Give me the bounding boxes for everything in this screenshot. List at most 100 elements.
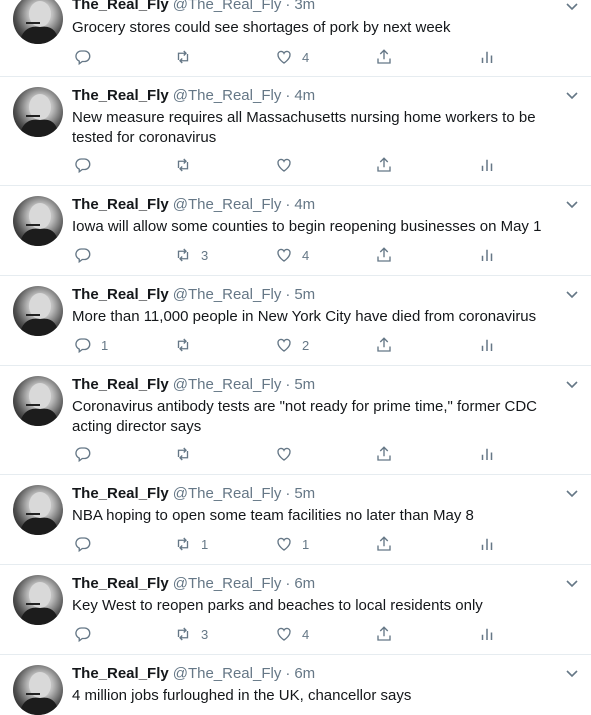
retweet-button[interactable] — [174, 444, 201, 464]
chevron-down-icon[interactable] — [564, 485, 580, 501]
user-handle[interactable]: @The_Real_Fly — [173, 575, 282, 592]
chevron-down-icon[interactable] — [564, 196, 580, 212]
chevron-down-icon[interactable] — [564, 376, 580, 392]
like-count: 4 — [302, 49, 310, 65]
analytics-button[interactable] — [478, 335, 496, 355]
user-handle[interactable]: @The_Real_Fly — [173, 376, 282, 393]
retweet-button[interactable] — [174, 47, 201, 67]
timestamp[interactable]: 5m — [294, 485, 315, 502]
chevron-down-icon[interactable] — [564, 87, 580, 103]
user-handle[interactable]: @The_Real_Fly — [173, 87, 282, 104]
share-button[interactable] — [375, 245, 393, 265]
avatar[interactable] — [13, 485, 63, 535]
analytics-button[interactable] — [478, 624, 496, 644]
retweet-button[interactable] — [174, 155, 201, 175]
timestamp[interactable]: 5m — [294, 376, 315, 393]
heart-icon — [277, 537, 291, 551]
user-handle[interactable]: @The_Real_Fly — [173, 665, 282, 682]
timestamp[interactable]: 3m — [294, 0, 315, 13]
analytics-button[interactable] — [478, 444, 496, 464]
analytics-button[interactable] — [478, 534, 496, 554]
avatar[interactable] — [13, 376, 63, 426]
retweet-button[interactable] — [174, 335, 201, 355]
avatar[interactable] — [13, 286, 63, 336]
user-handle[interactable]: @The_Real_Fly — [173, 196, 282, 213]
reply-button[interactable] — [74, 155, 101, 175]
tweet[interactable]: The_Real_Fly @The_Real_Fly · 6m Key West to… — [0, 565, 591, 655]
retweet-button[interactable]: 3 — [174, 245, 208, 265]
separator-dot: · — [285, 87, 291, 104]
display-name[interactable]: The_Real_Fly — [72, 485, 169, 502]
tweet[interactable]: The_Real_Fly @The_Real_Fly · 4m New measure… — [0, 77, 591, 186]
retweet-button[interactable]: 3 — [174, 624, 208, 644]
chevron-down-icon[interactable] — [564, 575, 580, 591]
tweet[interactable]: The_Real_Fly @The_Real_Fly · 5m More than 1… — [0, 276, 591, 366]
tweet-actions: 1 2 — [72, 335, 582, 355]
reply-button[interactable] — [74, 624, 101, 644]
user-handle[interactable]: @The_Real_Fly — [173, 286, 282, 303]
tweet[interactable]: The_Real_Fly @The_Real_Fly · 3m Grocery sto… — [0, 0, 591, 77]
timestamp[interactable]: 4m — [294, 87, 315, 104]
timestamp[interactable]: 6m — [294, 665, 315, 682]
user-handle[interactable]: @The_Real_Fly — [173, 0, 282, 13]
analytics-icon — [481, 339, 493, 351]
reply-button[interactable] — [74, 444, 101, 464]
share-button[interactable] — [375, 155, 393, 175]
tweet[interactable]: The_Real_Fly @The_Real_Fly · 4m Iowa will a… — [0, 186, 591, 276]
like-button[interactable]: 4 — [275, 624, 309, 644]
analytics-button[interactable] — [478, 47, 496, 67]
display-name[interactable]: The_Real_Fly — [72, 0, 169, 13]
share-button[interactable] — [375, 534, 393, 554]
chevron-down-icon[interactable] — [564, 0, 580, 14]
timestamp[interactable]: 4m — [294, 196, 315, 213]
like-count: 4 — [302, 626, 310, 642]
reply-button[interactable] — [74, 245, 101, 265]
chevron-down-icon[interactable] — [564, 665, 580, 681]
avatar[interactable] — [13, 575, 63, 625]
retweet-icon — [177, 627, 189, 641]
display-name[interactable]: The_Real_Fly — [72, 286, 169, 303]
tweet[interactable]: The_Real_Fly @The_Real_Fly · 6m 4 million j… — [0, 655, 591, 715]
like-button[interactable]: 4 — [275, 245, 309, 265]
tweet-header: The_Real_Fly @The_Real_Fly · 5m — [72, 286, 315, 306]
share-button[interactable] — [375, 624, 393, 644]
display-name[interactable]: The_Real_Fly — [72, 665, 169, 682]
tweet[interactable]: The_Real_Fly @The_Real_Fly · 5m NBA hoping … — [0, 475, 591, 565]
tweet[interactable]: The_Real_Fly @The_Real_Fly · 5m Coronavirus… — [0, 366, 591, 475]
like-button[interactable]: 4 — [275, 47, 309, 67]
avatar[interactable] — [13, 0, 63, 44]
analytics-icon — [481, 628, 493, 640]
like-button[interactable] — [275, 155, 302, 175]
heart-icon — [277, 447, 291, 461]
timestamp[interactable]: 6m — [294, 575, 315, 592]
avatar[interactable] — [13, 87, 63, 137]
reply-button[interactable] — [74, 47, 101, 67]
display-name[interactable]: The_Real_Fly — [72, 196, 169, 213]
avatar[interactable] — [13, 196, 63, 246]
heart-icon — [277, 338, 291, 352]
share-button[interactable] — [375, 47, 393, 67]
like-button[interactable]: 2 — [275, 335, 309, 355]
share-button[interactable] — [375, 444, 393, 464]
timestamp[interactable]: 5m — [294, 286, 315, 303]
tweet-actions — [72, 155, 582, 175]
reply-button[interactable] — [74, 534, 101, 554]
like-button[interactable]: 1 — [275, 534, 309, 554]
separator-dot: · — [285, 575, 291, 592]
analytics-button[interactable] — [478, 245, 496, 265]
retweet-button[interactable]: 1 — [174, 534, 208, 554]
separator-dot: · — [285, 665, 291, 682]
display-name[interactable]: The_Real_Fly — [72, 87, 169, 104]
user-handle[interactable]: @The_Real_Fly — [173, 485, 282, 502]
analytics-button[interactable] — [478, 155, 496, 175]
reply-button[interactable]: 1 — [74, 335, 108, 355]
tweet-text: Iowa will allow some counties to begin r… — [72, 218, 542, 235]
like-button[interactable] — [275, 444, 302, 464]
avatar[interactable] — [13, 665, 63, 715]
chevron-down-icon[interactable] — [564, 286, 580, 302]
tweet-text: Key West to reopen parks and beaches to … — [72, 597, 483, 614]
reply-icon — [75, 447, 91, 463]
display-name[interactable]: The_Real_Fly — [72, 575, 169, 592]
display-name[interactable]: The_Real_Fly — [72, 376, 169, 393]
share-button[interactable] — [375, 335, 393, 355]
